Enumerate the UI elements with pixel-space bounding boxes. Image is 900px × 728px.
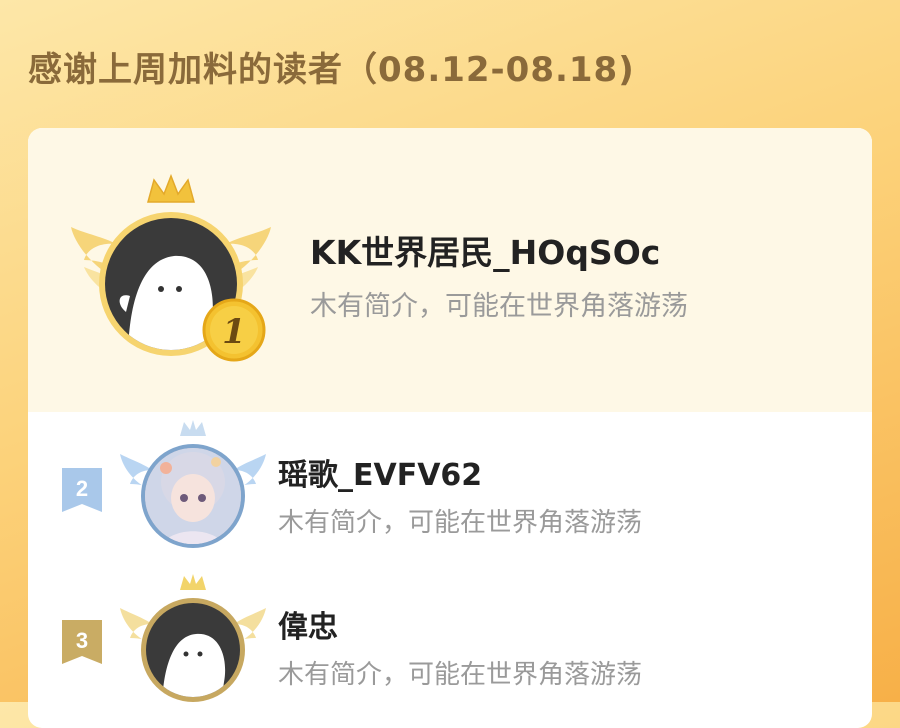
rank-2-avatar-emblem[interactable] bbox=[118, 420, 268, 560]
rank-ribbon-icon: 3 bbox=[62, 620, 102, 664]
crown-icon bbox=[180, 574, 206, 590]
rank-1-bio: 木有简介，可能在世界角落游荡 bbox=[310, 291, 688, 322]
rank-3-avatar-emblem[interactable] bbox=[118, 572, 268, 712]
rank-1-avatar-emblem[interactable]: 1 bbox=[66, 172, 276, 372]
rank-3-number: 3 bbox=[76, 628, 88, 653]
crown-icon bbox=[180, 420, 206, 436]
rank-3-row[interactable]: 3 偉忠 木有简介，可能在世界角落游荡 bbox=[28, 572, 872, 722]
rank-2-number: 2 bbox=[76, 476, 88, 501]
rank-1-section[interactable]: 1 KK世界居民_HOqSOc 木有简介，可能在世界角落游荡 bbox=[28, 128, 872, 412]
rank-2-bio: 木有简介，可能在世界角落游荡 bbox=[278, 508, 643, 538]
rank-medal-icon: 1 bbox=[202, 298, 266, 362]
rank-ribbon-icon: 2 bbox=[62, 468, 102, 512]
rank-1-number: 1 bbox=[222, 312, 246, 352]
rank-3-name[interactable]: 偉忠 bbox=[278, 602, 642, 646]
rank-1-name[interactable]: KK世界居民_HOqSOc bbox=[310, 226, 688, 274]
anime-avatar-image bbox=[145, 448, 241, 544]
ranking-card: 1 KK世界居民_HOqSOc 木有简介，可能在世界角落游荡 2 瑶歌_EVFV… bbox=[28, 128, 872, 728]
rank-3-bio: 木有简介，可能在世界角落游荡 bbox=[278, 660, 643, 690]
rank-2-row[interactable]: 2 瑶歌_EVFV62 木有简介，可能在世界角落游荡 bbox=[28, 420, 872, 570]
crown-icon bbox=[147, 173, 195, 203]
page-title: 感谢上周加料的读者（08.12-08.18) bbox=[28, 50, 635, 90]
rank-2-name[interactable]: 瑶歌_EVFV62 bbox=[278, 450, 642, 494]
